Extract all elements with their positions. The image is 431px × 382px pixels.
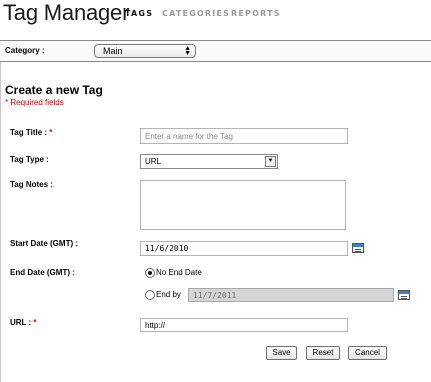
category-bar: Category : Main ▲ ▼ — [0, 40, 431, 62]
calendar-icon[interactable] — [352, 243, 364, 253]
tag-notes-label: Tag Notes : — [10, 180, 53, 189]
start-date-label: Start Date (GMT) : — [10, 239, 78, 248]
tag-title-input[interactable] — [140, 128, 348, 144]
required-marker: * — [33, 318, 37, 327]
panel-border — [0, 62, 1, 382]
reset-button[interactable]: Reset — [306, 346, 340, 360]
chevron-down-icon: ▼ — [265, 156, 276, 167]
tag-type-selected-value: URL — [145, 157, 162, 166]
url-label: URL : * — [10, 318, 37, 327]
end-by-label: End by — [156, 290, 181, 299]
tag-notes-textarea[interactable] — [140, 180, 346, 230]
tab-tags[interactable]: TAGS — [125, 9, 153, 18]
save-button[interactable]: Save — [266, 346, 297, 360]
category-selected-value: Main — [103, 46, 123, 56]
url-input[interactable] — [140, 318, 348, 332]
tag-title-label: Tag Title : * — [10, 128, 53, 137]
end-by-radio[interactable] — [145, 290, 155, 300]
tab-categories[interactable]: CATEGORIES — [162, 9, 230, 18]
required-fields-note: * Required fields — [5, 98, 64, 107]
no-end-date-label: No End Date — [156, 268, 202, 277]
category-select[interactable]: Main ▲ ▼ — [94, 44, 196, 58]
required-marker: * — [49, 128, 53, 137]
form-title: Create a new Tag — [5, 83, 103, 97]
updown-arrows-icon: ▲ ▼ — [184, 45, 191, 57]
no-end-date-radio[interactable] — [145, 268, 155, 278]
end-by-date-input[interactable] — [188, 288, 394, 302]
cancel-button[interactable]: Cancel — [348, 346, 387, 360]
category-label: Category : — [5, 46, 45, 55]
tag-type-select[interactable]: URL ▼ — [140, 154, 278, 169]
calendar-icon[interactable] — [398, 290, 410, 300]
tag-type-label: Tag Type : — [10, 155, 49, 164]
app-title: Tag Manager — [3, 0, 130, 25]
end-date-label: End Date (GMT) : — [10, 268, 75, 277]
tab-reports[interactable]: REPORTS — [231, 9, 281, 18]
start-date-input[interactable] — [140, 241, 348, 256]
